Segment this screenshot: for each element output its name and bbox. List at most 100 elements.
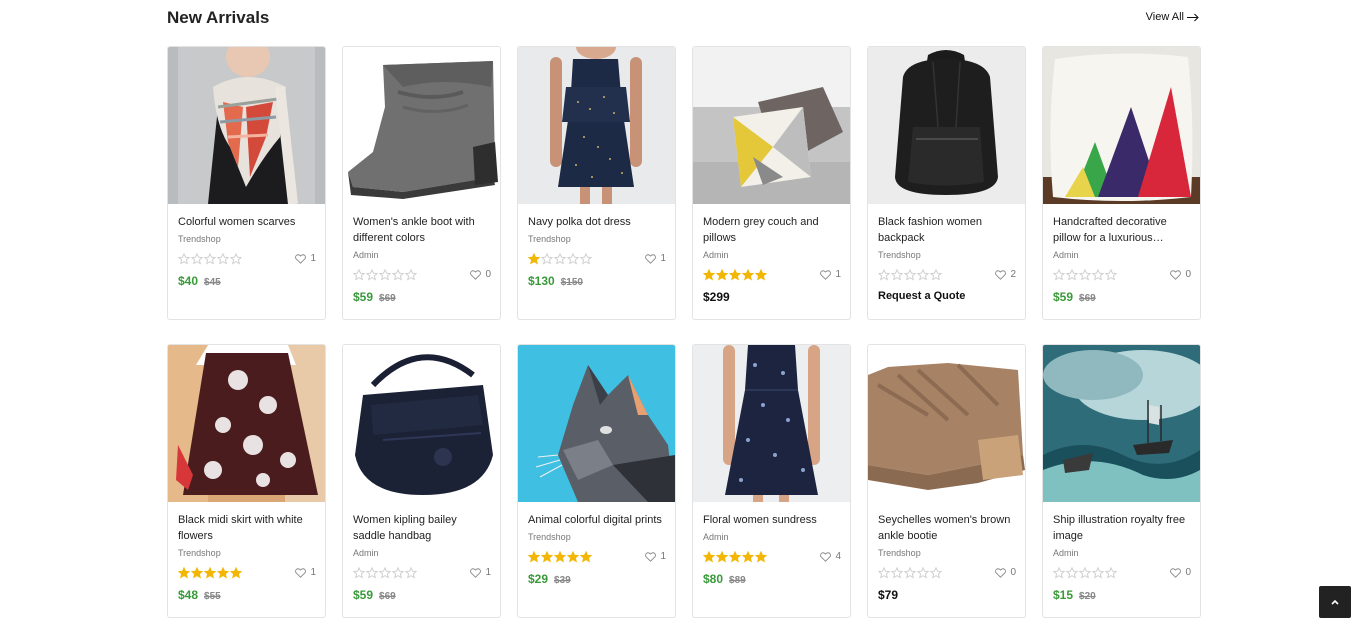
like-count: 0 — [1185, 269, 1191, 280]
star-empty-icon — [405, 566, 417, 579]
wishlist-button[interactable]: 0 — [995, 567, 1016, 578]
product-price: $80 — [703, 572, 724, 586]
product-meta: 1 — [703, 268, 841, 281]
product-old-price: $69 — [379, 591, 396, 602]
product-title[interactable]: Handcrafted decorative pillow for a luxu… — [1053, 214, 1191, 246]
product-title[interactable]: Colorful women scarves — [178, 214, 316, 230]
product-image[interactable] — [518, 47, 675, 204]
product-price: $59 — [353, 588, 374, 602]
product-card[interactable]: Black fashion women backpack Trendshop 2… — [867, 46, 1026, 320]
product-price: $59 — [353, 290, 374, 304]
product-seller[interactable]: Admin — [353, 249, 491, 261]
product-card[interactable]: Handcrafted decorative pillow for a luxu… — [1042, 46, 1201, 320]
star-empty-icon — [178, 252, 190, 265]
request-quote-link[interactable]: Request a Quote — [878, 290, 965, 302]
product-old-price: $55 — [204, 591, 221, 602]
product-title[interactable]: Modern grey couch and pillows — [703, 214, 841, 246]
product-image[interactable] — [693, 345, 850, 502]
product-card[interactable]: Women kipling bailey saddle handbag Admi… — [342, 344, 501, 618]
product-image[interactable] — [343, 47, 500, 204]
wishlist-button[interactable]: 1 — [820, 269, 841, 280]
product-image[interactable] — [168, 345, 325, 502]
heart-icon — [1170, 567, 1182, 578]
star-filled-icon — [716, 268, 728, 281]
star-filled-icon — [755, 268, 767, 281]
product-old-price: $20 — [1079, 591, 1096, 602]
product-image[interactable] — [343, 345, 500, 502]
wishlist-button[interactable]: 1 — [645, 551, 666, 562]
product-image[interactable] — [518, 345, 675, 502]
product-seller[interactable]: Trendshop — [528, 531, 666, 543]
product-image[interactable] — [868, 345, 1025, 502]
product-title[interactable]: Animal colorful digital prints — [528, 512, 666, 528]
product-image[interactable] — [168, 47, 325, 204]
like-count: 4 — [835, 551, 841, 562]
product-title[interactable]: Women kipling bailey saddle handbag — [353, 512, 491, 544]
wishlist-button[interactable]: 1 — [295, 567, 316, 578]
product-seller[interactable]: Trendshop — [878, 249, 1016, 261]
product-price: $15 — [1053, 588, 1074, 602]
product-card[interactable]: Women's ankle boot with different colors… — [342, 46, 501, 320]
star-empty-icon — [1092, 566, 1104, 579]
back-to-top-button[interactable] — [1319, 586, 1351, 618]
rating-stars — [1053, 268, 1117, 281]
section-title: New Arrivals — [167, 8, 270, 27]
product-card[interactable]: Ship illustration royalty free image Adm… — [1042, 344, 1201, 618]
heart-icon — [995, 269, 1007, 280]
product-grid: Colorful women scarves Trendshop 1 $40 $4… — [167, 46, 1201, 618]
product-image[interactable] — [1043, 47, 1200, 204]
product-seller[interactable]: Trendshop — [178, 547, 316, 559]
product-seller[interactable]: Admin — [1053, 547, 1191, 559]
wishlist-button[interactable]: 1 — [645, 253, 666, 264]
star-filled-icon — [755, 550, 767, 563]
heart-icon — [295, 567, 307, 578]
product-seller[interactable]: Admin — [1053, 249, 1191, 261]
wishlist-button[interactable]: 0 — [470, 269, 491, 280]
star-filled-icon — [567, 550, 579, 563]
star-filled-icon — [703, 268, 715, 281]
scarf-image — [168, 47, 325, 204]
sundress-image — [693, 345, 850, 502]
product-seller[interactable]: Trendshop — [528, 233, 666, 245]
product-card[interactable]: Navy polka dot dress Trendshop 1 $130 $15… — [517, 46, 676, 320]
product-title[interactable]: Women's ankle boot with different colors — [353, 214, 491, 246]
product-card[interactable]: Animal colorful digital prints Trendshop… — [517, 344, 676, 618]
product-title[interactable]: Navy polka dot dress — [528, 214, 666, 230]
star-filled-icon — [580, 550, 592, 563]
product-card[interactable]: Black midi skirt with white flowers Tren… — [167, 344, 326, 618]
product-title[interactable]: Ship illustration royalty free image — [1053, 512, 1191, 544]
product-seller[interactable]: Admin — [703, 531, 841, 543]
heart-icon — [470, 269, 482, 280]
product-image[interactable] — [693, 47, 850, 204]
price-row: $40 $45 — [178, 274, 316, 288]
product-seller[interactable]: Trendshop — [878, 547, 1016, 559]
product-title[interactable]: Black midi skirt with white flowers — [178, 512, 316, 544]
product-seller[interactable]: Trendshop — [178, 233, 316, 245]
product-old-price: $89 — [729, 575, 746, 586]
product-image[interactable] — [1043, 345, 1200, 502]
wishlist-button[interactable]: 0 — [1170, 567, 1191, 578]
heart-icon — [470, 567, 482, 578]
wishlist-button[interactable]: 2 — [995, 269, 1016, 280]
view-all-link[interactable]: View All — [1146, 11, 1199, 23]
dress-image — [518, 47, 675, 204]
product-title[interactable]: Black fashion women backpack — [878, 214, 1016, 246]
wishlist-button[interactable]: 1 — [295, 253, 316, 264]
wishlist-button[interactable]: 0 — [1170, 269, 1191, 280]
product-title[interactable]: Floral women sundress — [703, 512, 841, 528]
product-card[interactable]: Colorful women scarves Trendshop 1 $40 $4… — [167, 46, 326, 320]
product-card[interactable]: Modern grey couch and pillows Admin 1 $2… — [692, 46, 851, 320]
product-seller[interactable]: Admin — [353, 547, 491, 559]
product-info: Animal colorful digital prints Trendshop… — [528, 512, 666, 586]
product-image[interactable] — [868, 47, 1025, 204]
product-card[interactable]: Seychelles women's brown ankle bootie Tr… — [867, 344, 1026, 618]
product-title[interactable]: Seychelles women's brown ankle bootie — [878, 512, 1016, 544]
product-seller[interactable]: Admin — [703, 249, 841, 261]
boot-image — [343, 47, 500, 204]
star-empty-icon — [191, 252, 203, 265]
wishlist-button[interactable]: 4 — [820, 551, 841, 562]
wishlist-button[interactable]: 1 — [470, 567, 491, 578]
product-card[interactable]: Floral women sundress Admin 4 $80 $89 — [692, 344, 851, 618]
rating-stars — [178, 566, 242, 579]
star-empty-icon — [1092, 268, 1104, 281]
